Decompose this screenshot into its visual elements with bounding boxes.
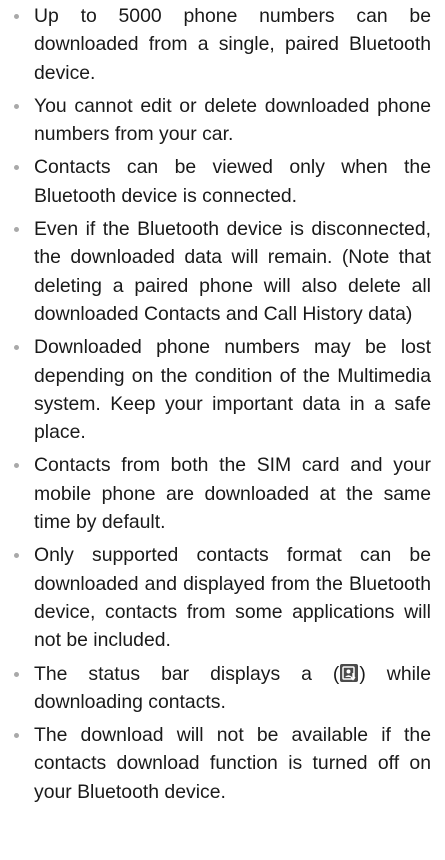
note-text-before: The status bar displays a ( <box>34 662 340 685</box>
note-text: Up to 5000 phone numbers can be download… <box>34 5 431 84</box>
note-item: Downloaded phone numbers may be lost dep… <box>0 333 445 446</box>
note-item: Contacts from both the SIM card and your… <box>0 451 445 536</box>
bullet-icon <box>14 14 19 19</box>
bullet-icon <box>14 165 19 171</box>
note-text: You cannot edit or delete downloaded pho… <box>34 94 431 146</box>
bullet-icon <box>14 553 19 559</box>
note-text: Only supported contacts format can be do… <box>34 544 431 652</box>
note-item: Contacts can be viewed only when the Blu… <box>0 153 445 210</box>
bullet-icon <box>14 345 19 351</box>
note-item: Up to 5000 phone numbers can be download… <box>0 2 445 87</box>
note-text: Contacts from both the SIM card and your… <box>34 454 431 534</box>
bullet-icon <box>14 671 19 677</box>
note-item-status: The status bar displays a () while downl… <box>0 660 445 717</box>
contacts-download-icon <box>340 663 359 682</box>
bullet-icon <box>14 463 19 469</box>
bullet-icon <box>14 103 19 109</box>
bullet-icon <box>14 227 19 233</box>
notes-list: Up to 5000 phone numbers can be download… <box>0 0 445 806</box>
note-item: Only supported contacts format can be do… <box>0 541 445 654</box>
note-text: Contacts can be viewed only when the Blu… <box>34 156 431 207</box>
bullet-icon <box>14 733 19 739</box>
note-item: You cannot edit or delete downloaded pho… <box>0 92 445 149</box>
note-text: Even if the Bluetooth device is disconne… <box>34 218 431 325</box>
note-item: The download will not be available if th… <box>0 721 445 806</box>
note-text: The download will not be available if th… <box>34 724 431 803</box>
note-text: Downloaded phone numbers may be lost dep… <box>34 336 431 444</box>
note-item: Even if the Bluetooth device is disconne… <box>0 215 445 328</box>
